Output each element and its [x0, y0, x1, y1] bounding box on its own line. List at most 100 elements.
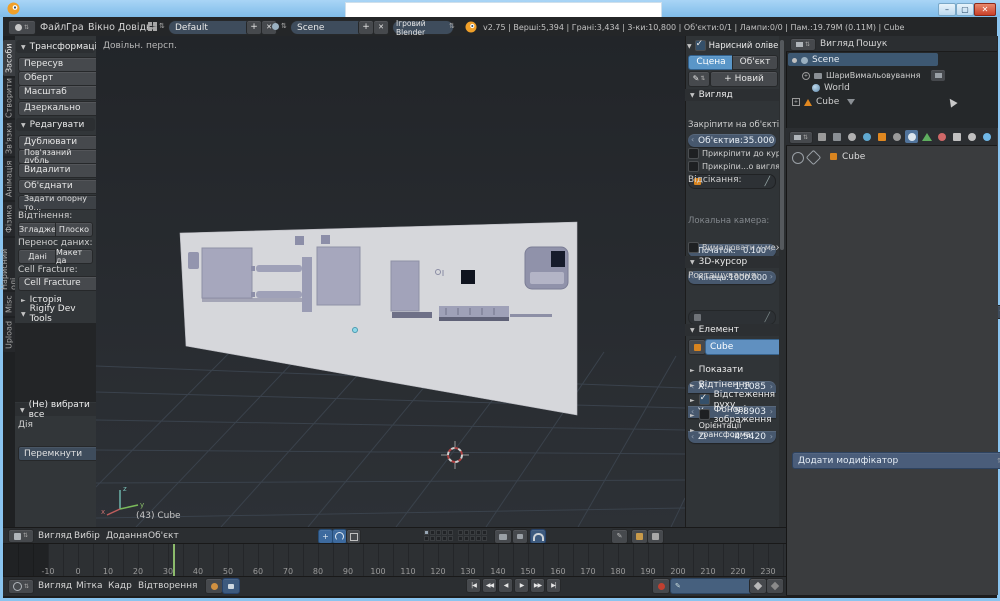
- timeline-ruler[interactable]: -100102030405060708090100110120130140150…: [3, 543, 786, 577]
- outliner-row-scene[interactable]: Scene: [792, 55, 839, 65]
- expander-dot-icon[interactable]: [792, 58, 797, 63]
- n-panel-scrollbar[interactable]: [780, 40, 784, 250]
- layout-browse-arrows-icon[interactable]: ⇅: [159, 22, 165, 30]
- mirror-button[interactable]: Дзеркально: [18, 101, 103, 116]
- vp-menu-add[interactable]: Додання: [106, 531, 147, 541]
- tab-texture-icon[interactable]: [950, 130, 963, 143]
- tab-world-icon[interactable]: [860, 130, 873, 143]
- outliner-menu-search[interactable]: Пошук: [856, 39, 887, 49]
- manipulator-translate-button[interactable]: +: [318, 529, 333, 544]
- menu-game[interactable]: Гра: [66, 22, 84, 33]
- jump-end-button[interactable]: ▶|: [546, 578, 561, 593]
- snap-target-button[interactable]: ✎: [611, 529, 628, 544]
- layers-grid-2[interactable]: [458, 530, 487, 541]
- close-button[interactable]: ✕: [974, 3, 996, 16]
- outliner-row-world[interactable]: World: [812, 83, 850, 93]
- translate-button[interactable]: Пересув: [18, 57, 103, 72]
- grease-pencil-panel-header[interactable]: Нарисний олівець: [687, 40, 789, 51]
- preview-range-button[interactable]: [205, 578, 223, 594]
- gp-tab-scene[interactable]: Сцена: [688, 55, 734, 70]
- outliner-menu-view[interactable]: Вигляд: [820, 39, 854, 49]
- gp-tab-object[interactable]: Об'єкт: [732, 55, 778, 70]
- tab-modifiers-icon[interactable]: [905, 130, 918, 143]
- breadcrumb-target-icon[interactable]: [792, 152, 804, 164]
- tl-menu-frame[interactable]: Кадр: [108, 581, 132, 591]
- layer-toggle[interactable]: [430, 536, 435, 541]
- menu-window[interactable]: Вікно: [88, 22, 115, 33]
- panel-header-view[interactable]: Вигляд: [685, 89, 779, 101]
- redo-panel-header[interactable]: (Не) вибрати все: [15, 403, 96, 416]
- layer-toggle[interactable]: [436, 530, 441, 535]
- motion-tracking-checkbox[interactable]: [699, 394, 710, 405]
- panel-header-rigify[interactable]: Rigify Dev Tools: [16, 307, 105, 320]
- tl-menu-marker[interactable]: Мітка: [76, 581, 102, 591]
- scale-button[interactable]: Масштаб: [18, 85, 103, 100]
- screen-layout-icon[interactable]: [148, 22, 157, 31]
- panel-header-display[interactable]: Показати: [685, 363, 785, 376]
- tab-material-icon[interactable]: [935, 130, 948, 143]
- tl-menu-playback[interactable]: Відтворення: [138, 581, 197, 591]
- viewport-render-mode-button[interactable]: [494, 529, 512, 544]
- layer-toggle[interactable]: [464, 530, 469, 535]
- next-keyframe-button[interactable]: ▶▶: [530, 578, 545, 593]
- editor-type-button-timeline[interactable]: ⇅: [8, 579, 34, 594]
- add-modifier-dropdown[interactable]: Додати модифікатор: [792, 452, 1000, 469]
- shade-smooth-button[interactable]: Згладже: [18, 222, 57, 237]
- eyedropper-icon[interactable]: ╱: [765, 177, 770, 187]
- layer-toggle[interactable]: [442, 536, 447, 541]
- eyedropper-icon[interactable]: ╱: [765, 313, 770, 323]
- editor-type-button-info[interactable]: ⇅: [8, 20, 36, 35]
- tool-tab-animation[interactable]: Анімація: [3, 158, 15, 200]
- expander-plus-icon[interactable]: +: [792, 98, 800, 106]
- manipulator-rotate-button[interactable]: [332, 529, 347, 544]
- gp-new-layer-button[interactable]: +Новий: [710, 71, 778, 87]
- tab-object-icon[interactable]: [875, 130, 888, 143]
- panel-header-3d-cursor[interactable]: 3D-курсор: [685, 256, 779, 268]
- menu-file[interactable]: Файл: [40, 22, 66, 33]
- play-button[interactable]: ▶: [514, 578, 529, 593]
- layer-toggle[interactable]: [458, 530, 463, 535]
- tab-scene-icon[interactable]: [845, 130, 858, 143]
- prev-keyframe-button[interactable]: ◀◀: [482, 578, 497, 593]
- auto-keyframe-button[interactable]: [652, 578, 670, 594]
- rotate-button[interactable]: Оберт: [18, 71, 103, 86]
- maximize-button[interactable]: ▢: [956, 3, 974, 16]
- layer-toggle[interactable]: [482, 530, 487, 535]
- lock-cursor-checkbox[interactable]: [688, 148, 699, 159]
- render-opengl-button[interactable]: [631, 529, 648, 544]
- background-images-checkbox[interactable]: [699, 409, 710, 420]
- play-reverse-button[interactable]: ◀: [498, 578, 513, 593]
- layout-name-field[interactable]: Default: [168, 20, 258, 35]
- transfer-data-button[interactable]: Дані: [18, 249, 57, 264]
- delete-keyframe-button[interactable]: [766, 578, 784, 594]
- image-icon[interactable]: [935, 73, 942, 78]
- vp-menu-object[interactable]: Об'єкт: [148, 531, 179, 541]
- cell-fracture-button[interactable]: Cell Fracture: [18, 276, 103, 291]
- keying-set-field[interactable]: ✎: [670, 578, 756, 594]
- layer-toggle[interactable]: [448, 536, 453, 541]
- layer-toggle[interactable]: [436, 536, 441, 541]
- layer-toggle[interactable]: [470, 530, 475, 535]
- snap-toggle-button[interactable]: [530, 529, 546, 544]
- frame-lock-button[interactable]: [222, 578, 240, 594]
- tab-constraints-icon[interactable]: [890, 130, 903, 143]
- tab-render-layers-icon[interactable]: [830, 130, 843, 143]
- panel-header-background-images[interactable]: Фонові зображення: [685, 408, 785, 421]
- layer-toggle[interactable]: [442, 530, 447, 535]
- panel-header-edit[interactable]: Редагувати: [16, 118, 95, 131]
- render-border-row[interactable]: Вималювати у межах: [688, 242, 793, 253]
- layer-toggle[interactable]: [458, 536, 463, 541]
- editor-type-button-3dview[interactable]: ⇅: [8, 529, 34, 543]
- viewport-3d[interactable]: [96, 36, 685, 527]
- add-layout-button[interactable]: +: [246, 20, 262, 35]
- gp-draw-mode-button[interactable]: ✎⇅: [688, 71, 710, 87]
- add-scene-button[interactable]: +: [358, 20, 374, 35]
- tool-tab-misc[interactable]: Misc: [3, 292, 15, 316]
- panel-header-transform-orientations[interactable]: Орієнтації трансформа: [685, 423, 785, 436]
- item-object-icon-button[interactable]: [688, 339, 706, 355]
- local-camera-field[interactable]: ╱: [688, 310, 776, 325]
- tool-tab-grease-pencil[interactable]: Нарисний олі: [3, 238, 15, 290]
- lock-button[interactable]: [512, 529, 528, 544]
- outliner-row-renderlayers[interactable]: + ШариВимальовування: [802, 69, 946, 82]
- vp-menu-view[interactable]: Вигляд: [38, 531, 72, 541]
